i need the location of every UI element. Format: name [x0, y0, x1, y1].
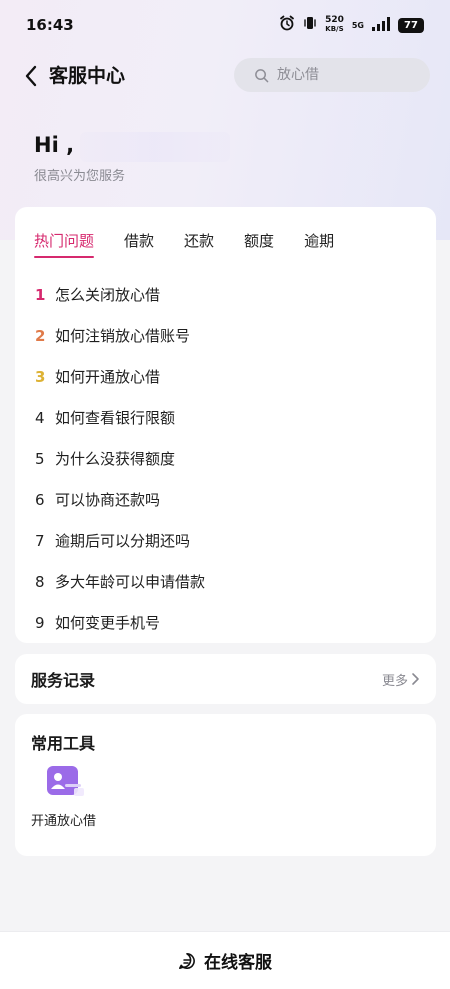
- net-speed-value: 520: [325, 15, 344, 25]
- faq-question: 为什么没获得额度: [55, 450, 176, 468]
- faq-rank: 5: [35, 449, 45, 468]
- status-icons: 520 KB/S 5G 77: [279, 15, 424, 35]
- faq-rank: 1: [35, 285, 46, 304]
- faq-rank: 6: [35, 490, 45, 509]
- faq-rank: 8: [35, 572, 45, 591]
- id-card-icon: [47, 766, 84, 796]
- search-box[interactable]: [234, 58, 430, 92]
- faq-rank: 9: [35, 613, 45, 632]
- faq-rank: 4: [35, 408, 45, 427]
- faq-item[interactable]: 4 如何查看银行限额: [35, 397, 416, 438]
- chat-icon: [179, 952, 195, 969]
- net-speed: 520 KB/S: [325, 16, 344, 34]
- alarm-icon: [279, 15, 295, 35]
- faq-item[interactable]: 9 如何变更手机号: [35, 602, 416, 643]
- tools-title: 常用工具: [31, 734, 96, 753]
- faq-question: 可以协商还款吗: [55, 491, 161, 509]
- vibrate-icon: [303, 15, 317, 35]
- status-bar: 16:43 520 KB/S 5G 77: [0, 0, 450, 50]
- chevron-right-icon: [412, 673, 419, 685]
- faq-item[interactable]: 3 如何开通放心借: [35, 356, 416, 397]
- faq-item[interactable]: 8 多大年龄可以申请借款: [35, 561, 416, 602]
- battery-icon: 77: [398, 17, 424, 33]
- network-type: 5G: [351, 20, 364, 30]
- status-time: 16:43: [26, 16, 74, 34]
- blurred-username: [80, 132, 231, 162]
- faq-list: 1 怎么关闭放心借 2 如何注销放心借账号 3 如何开通放心借 4 如何查看银行限额 5…: [35, 274, 416, 643]
- page-header: 客服中心: [0, 57, 450, 95]
- faq-card: 热门问题 借款 还款 额度 逾期 1 怎么关闭放心借 2 如何注销放心借账号 3 如何…: [15, 207, 436, 643]
- tab-limit[interactable]: 额度: [244, 231, 274, 251]
- faq-rank: 2: [35, 326, 46, 345]
- signal-icon: [372, 16, 390, 35]
- online-service-label: 在线客服: [204, 953, 272, 973]
- service-record-card[interactable]: 服务记录 更多: [15, 654, 436, 704]
- faq-question: 逾期后可以分期还吗: [55, 532, 191, 550]
- more-link[interactable]: 更多: [382, 670, 420, 689]
- tab-hot-questions[interactable]: 热门问题: [34, 231, 95, 258]
- greeting: Hi , 很高兴为您服务: [34, 132, 231, 184]
- faq-question: 如何注销放心借账号: [55, 327, 191, 345]
- faq-question: 如何开通放心借: [55, 368, 161, 386]
- search-input[interactable]: [277, 67, 407, 83]
- search-icon: [255, 68, 269, 82]
- faq-question: 怎么关闭放心借: [55, 286, 161, 304]
- more-label: 更多: [381, 673, 408, 689]
- faq-rank: 3: [35, 367, 46, 386]
- faq-item[interactable]: 1 怎么关闭放心借: [35, 274, 416, 315]
- service-record-title: 服务记录: [31, 671, 96, 690]
- tool-open-fangxinjie[interactable]: 开通放心借: [31, 766, 111, 829]
- faq-item[interactable]: 6 可以协商还款吗: [35, 479, 416, 520]
- back-button[interactable]: [18, 62, 44, 90]
- net-speed-unit: KB/S: [325, 25, 344, 33]
- tab-overdue[interactable]: 逾期: [304, 231, 334, 251]
- online-service-button[interactable]: 在线客服: [0, 931, 450, 989]
- faq-item[interactable]: 7 逾期后可以分期还吗: [35, 520, 416, 561]
- faq-question: 如何变更手机号: [55, 614, 161, 632]
- faq-item[interactable]: 2 如何注销放心借账号: [35, 315, 416, 356]
- faq-item[interactable]: 5 为什么没获得额度: [35, 438, 416, 479]
- faq-question: 如何查看银行限额: [55, 409, 176, 427]
- page-title: 客服中心: [49, 65, 126, 87]
- faq-question: 多大年龄可以申请借款: [55, 573, 206, 591]
- tool-label: 开通放心借: [31, 814, 97, 829]
- common-tools-card: 常用工具 开通放心借: [15, 714, 436, 856]
- tab-repay[interactable]: 还款: [184, 231, 214, 251]
- greeting-subtitle: 很高兴为您服务: [34, 169, 126, 184]
- greeting-hi: Hi ,: [34, 132, 75, 157]
- chevron-left-icon: [25, 65, 37, 87]
- faq-rank: 7: [35, 531, 45, 550]
- faq-tabs: 热门问题 借款 还款 额度 逾期: [34, 231, 364, 258]
- tab-borrow[interactable]: 借款: [124, 231, 154, 251]
